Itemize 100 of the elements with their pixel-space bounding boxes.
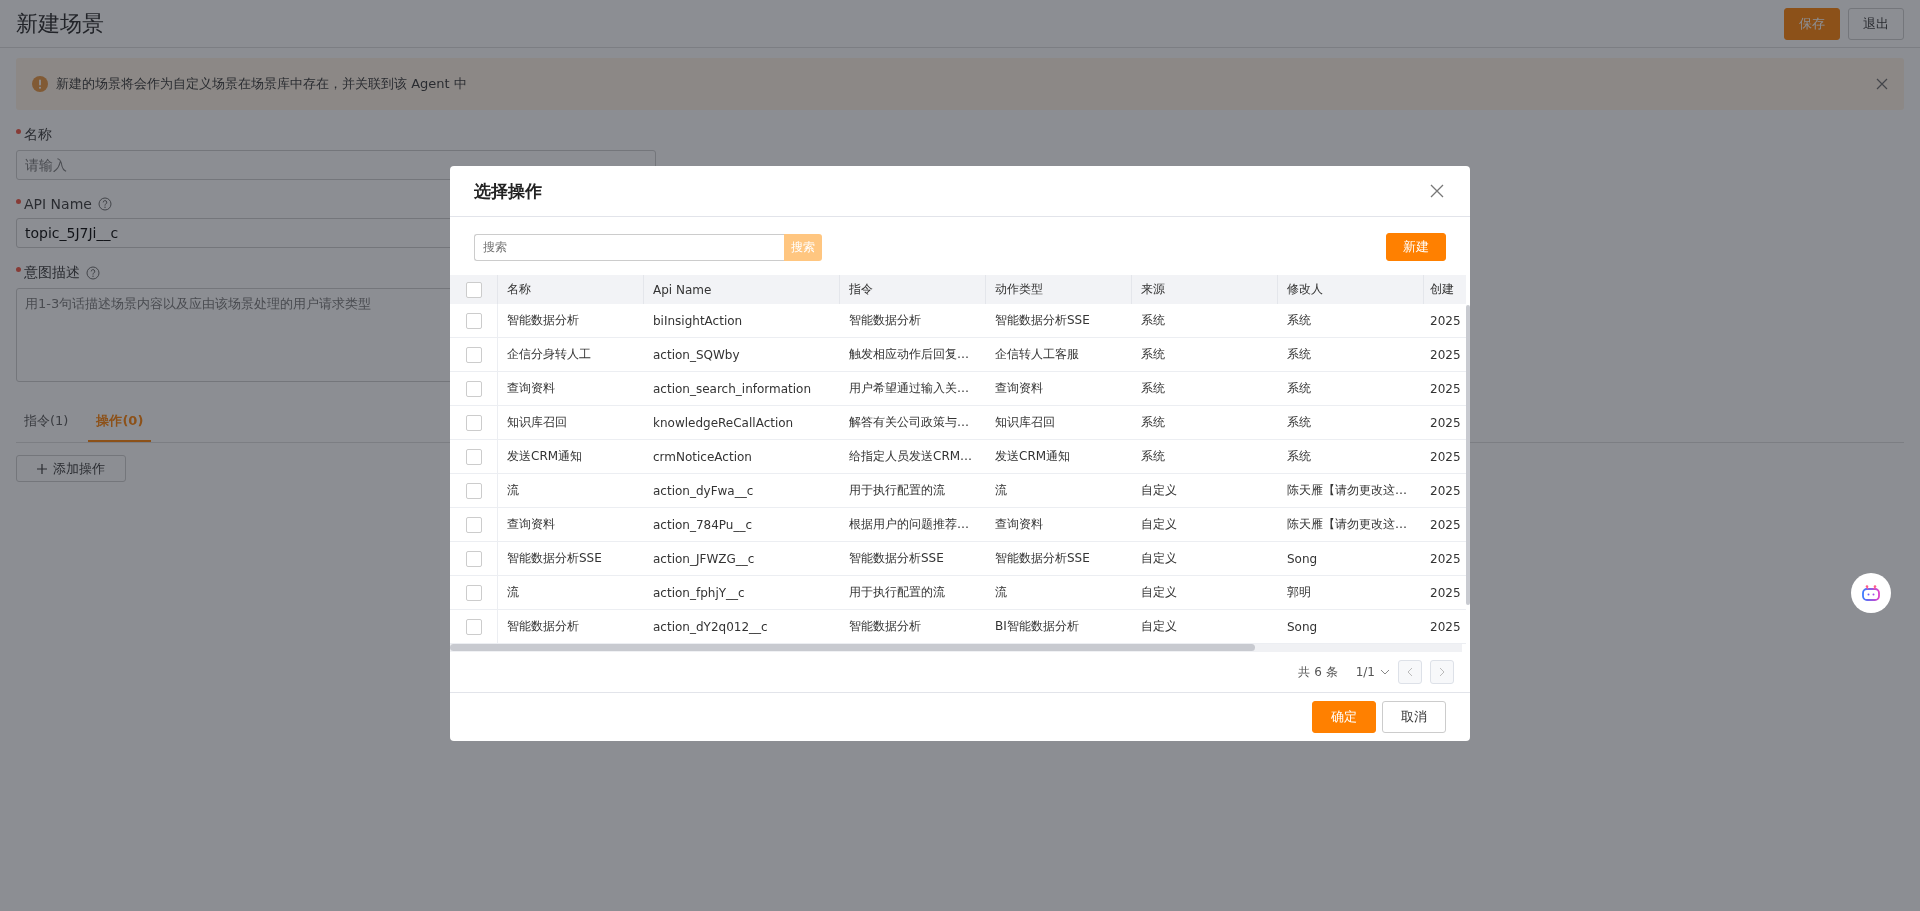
table-cell: 智能数据分析SSE xyxy=(995,550,1090,567)
total-count: 共 6 条 xyxy=(1298,663,1338,681)
table-cell: 自定义 xyxy=(1141,550,1177,567)
table-cell: 发送CRM通知 xyxy=(507,448,583,465)
table-cell: 陈天雁【请勿更改这… xyxy=(1287,516,1407,533)
plus-icon xyxy=(37,463,47,474)
table-cell: 2025 xyxy=(1430,517,1461,532)
table-cell: 自定义 xyxy=(1141,618,1177,635)
confirm-button[interactable]: 确定 xyxy=(1312,701,1376,733)
table-cell: 查询资料 xyxy=(507,516,555,533)
table-cell: 系统 xyxy=(1287,414,1311,431)
table-cell: 系统 xyxy=(1141,346,1165,363)
checkbox[interactable] xyxy=(465,584,482,601)
column-header: 来源 xyxy=(1141,281,1165,298)
table-cell: 2025 xyxy=(1430,483,1461,498)
checkbox[interactable] xyxy=(465,414,482,431)
next-page-button[interactable] xyxy=(1430,660,1454,684)
column-header: 修改人 xyxy=(1287,281,1323,298)
tab[interactable]: 指令(1) xyxy=(16,404,77,442)
column-header: Api Name xyxy=(653,282,712,297)
table-cell: 系统 xyxy=(1141,448,1165,465)
table-cell: 自定义 xyxy=(1141,516,1177,533)
table-cell: 2025 xyxy=(1430,551,1461,566)
table-cell: 2025 xyxy=(1430,585,1461,600)
table-cell: 查询资料 xyxy=(995,516,1043,533)
table-cell: 2025 xyxy=(1430,449,1461,464)
column-header: 创建 xyxy=(1430,281,1454,298)
checkbox[interactable] xyxy=(465,281,482,298)
table-cell: 企信分身转人工 xyxy=(507,346,591,363)
dialog-title: 选择操作 xyxy=(474,179,542,203)
page-select[interactable]: 1/1 xyxy=(1355,665,1390,679)
assistant-button[interactable] xyxy=(1851,573,1891,613)
table-cell: Song xyxy=(1287,551,1318,566)
table-cell: action_dY2q012__c xyxy=(653,619,768,634)
horizontal-scrollbar[interactable] xyxy=(450,644,1255,651)
table-cell: 系统 xyxy=(1287,346,1311,363)
table-cell: 知识库召回 xyxy=(995,414,1055,431)
table-cell: 智能数据分析SSE xyxy=(995,312,1090,329)
close-icon xyxy=(1430,184,1444,198)
column-header: 指令 xyxy=(849,281,873,298)
search-field[interactable]: 搜索 xyxy=(474,233,784,261)
table-cell: action_JFWZG__c xyxy=(653,551,755,566)
table-cell: 2025 xyxy=(1430,415,1461,430)
table-cell: 系统 xyxy=(1141,414,1165,431)
table-cell: 2025 xyxy=(1430,619,1461,634)
field-label: 名称 xyxy=(24,126,52,144)
cancel-button[interactable]: 取消 xyxy=(1382,701,1446,733)
table-cell: 自定义 xyxy=(1141,584,1177,601)
add-action-button[interactable]: 添加操作 xyxy=(16,455,126,482)
table-cell: BI智能数据分析 xyxy=(995,618,1079,635)
table-cell: 根据用户的问题推荐… xyxy=(849,516,969,533)
table-cell: knowledgeReCallAction xyxy=(653,415,794,430)
table-cell: 2025 xyxy=(1430,381,1461,396)
table-cell: 用户希望通过输入关… xyxy=(849,380,969,397)
checkbox[interactable] xyxy=(465,516,482,533)
table-cell: 查询资料 xyxy=(507,380,555,397)
table-cell: 流 xyxy=(995,482,1007,499)
checkbox[interactable] xyxy=(465,380,482,397)
table-cell: 陈天雁【请勿更改这… xyxy=(1287,482,1407,499)
table-cell: action_SQWby xyxy=(653,347,740,362)
vertical-scrollbar[interactable] xyxy=(1466,305,1470,605)
table-cell: 流 xyxy=(507,482,519,499)
warning-icon xyxy=(32,76,48,92)
exit-button[interactable]: 退出 xyxy=(1848,7,1904,40)
tab[interactable]: 操作(0) xyxy=(88,404,152,442)
table-cell: 系统 xyxy=(1141,380,1165,397)
table-cell: 系统 xyxy=(1287,448,1311,465)
new-button[interactable]: 新建 xyxy=(1386,233,1446,261)
table-cell: action_search_information xyxy=(653,381,812,396)
table-cell: 给指定人员发送CRM… xyxy=(849,448,973,465)
table-cell: action_fphjY__c xyxy=(653,585,745,600)
checkbox[interactable] xyxy=(465,312,482,329)
save-button[interactable]: 保存 xyxy=(1784,7,1840,40)
field-label: API Name xyxy=(24,196,92,212)
table-cell: 用于执行配置的流 xyxy=(849,584,945,601)
table-cell: 郭明 xyxy=(1287,584,1311,601)
checkbox[interactable] xyxy=(465,346,482,363)
table-cell: 触发相应动作后回复… xyxy=(849,346,969,363)
table-cell: 智能数据分析 xyxy=(507,618,579,635)
table-cell: 系统 xyxy=(1287,380,1311,397)
table-cell: 解答有关公司政策与… xyxy=(849,414,969,431)
checkbox[interactable] xyxy=(465,550,482,567)
close-button[interactable] xyxy=(1428,182,1446,200)
table-cell: action_784Pu__c xyxy=(653,517,753,532)
chevron-right-icon xyxy=(1439,667,1445,677)
table-cell: 系统 xyxy=(1141,312,1165,329)
previous-page-button[interactable] xyxy=(1398,660,1422,684)
table-cell: biInsightAction xyxy=(653,313,743,328)
notice-text: 新建的场景将会作为自定义场景在场景库中存在，并关联到该 Agent 中 xyxy=(56,75,467,93)
page-title: 新建场景 xyxy=(16,9,105,38)
checkbox[interactable] xyxy=(465,618,482,635)
checkbox[interactable] xyxy=(465,482,482,499)
table-cell: 知识库召回 xyxy=(507,414,567,431)
table-cell: action_dyFwa__c xyxy=(653,483,754,498)
table-cell: 智能数据分析 xyxy=(507,312,579,329)
checkbox[interactable] xyxy=(465,448,482,465)
table-cell: 系统 xyxy=(1287,312,1311,329)
column-header: 动作类型 xyxy=(995,281,1043,298)
table-cell: 自定义 xyxy=(1141,482,1177,499)
table-cell: 用于执行配置的流 xyxy=(849,482,945,499)
